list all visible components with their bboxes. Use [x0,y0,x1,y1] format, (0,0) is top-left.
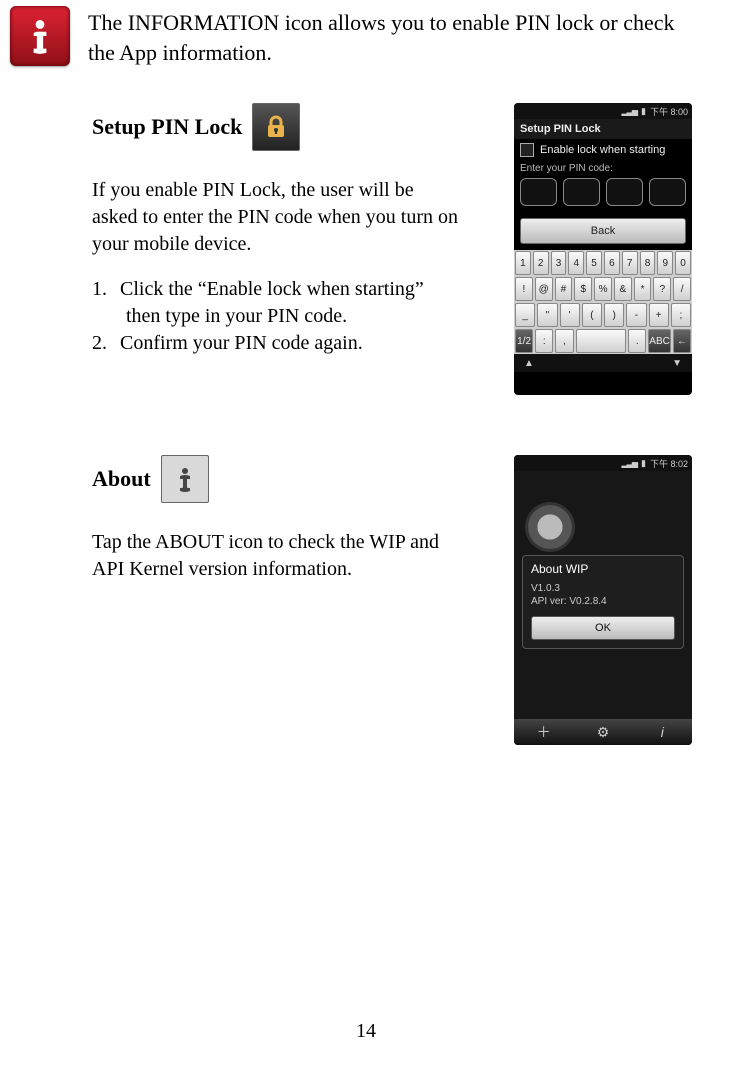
dialog-api: API ver: V0.2.8.4 [531,595,675,608]
key[interactable]: % [594,277,612,301]
list-text: Click the “Enable lock when starting” [120,278,424,300]
status-time: 下午 8:00 [650,105,688,118]
key[interactable]: _ [515,303,535,327]
pin-box[interactable] [649,178,686,206]
pin-box[interactable] [563,178,600,206]
about-heading: About [92,466,151,492]
key[interactable]: ; [671,303,691,327]
key[interactable]: * [634,277,652,301]
list-item: 2. Confirm your PIN code again. [92,330,496,357]
phone-title: Setup PIN Lock [514,119,692,139]
key[interactable]: ) [604,303,624,327]
key[interactable]: 0 [675,251,691,275]
signal-icon [622,458,637,468]
bottom-gear-icon[interactable]: ⚙ [573,719,632,745]
bottom-add-icon[interactable]: ＋ [514,719,573,745]
key[interactable]: ( [582,303,602,327]
key[interactable]: 8 [640,251,656,275]
key[interactable]: # [555,277,573,301]
about-paragraph: Tap the ABOUT icon to check the WIP and … [92,529,472,583]
status-time: 下午 8:02 [650,457,688,470]
enable-lock-row[interactable]: Enable lock when starting [514,139,692,161]
battery-icon: ▮ [641,106,646,117]
status-bar: ▮ 下午 8:02 [514,455,692,471]
key-abc[interactable]: ABC [648,329,671,353]
list-text: Confirm your PIN code again. [120,330,496,357]
key[interactable]: 2 [533,251,549,275]
key[interactable]: 6 [604,251,620,275]
checkbox-icon[interactable] [520,143,534,157]
bottom-info-icon[interactable]: i [633,719,692,745]
battery-icon: ▮ [641,458,646,469]
list-text-cont: then type in your PIN code. [120,303,496,330]
key-backspace[interactable]: ← [673,329,691,353]
key[interactable]: @ [535,277,553,301]
key[interactable]: 7 [622,251,638,275]
keyboard[interactable]: 1 2 3 4 5 6 7 8 9 0 ! @ # $ % & [514,250,692,354]
key[interactable]: / [673,277,691,301]
phone-screenshot-pinlock: ▮ 下午 8:00 Setup PIN Lock Enable lock whe… [514,103,692,395]
key[interactable]: & [614,277,632,301]
nav-up-icon[interactable]: ▲ [524,358,534,369]
page-number: 14 [0,1020,732,1043]
key[interactable]: " [537,303,557,327]
dialog-title: About WIP [531,562,675,576]
enter-pin-label: Enter your PIN code: [514,161,692,178]
setup-pin-lock-heading: Setup PIN Lock [92,114,242,140]
phone-screenshot-about: ▮ 下午 8:02 About WIP V1.0.3 API ver: V0.2… [514,455,692,745]
key[interactable]: ! [515,277,533,301]
key[interactable]: , [555,329,573,353]
key[interactable]: 1 [515,251,531,275]
back-button[interactable]: Back [520,218,686,244]
key[interactable]: $ [574,277,592,301]
nav-down-icon[interactable]: ▼ [672,358,682,369]
list-number: 1. [92,276,120,330]
key[interactable]: 9 [657,251,673,275]
key[interactable]: : [535,329,553,353]
information-icon [10,6,70,66]
lock-icon [252,103,300,151]
status-bar: ▮ 下午 8:00 [514,103,692,119]
intro-text: The INFORMATION icon allows you to enabl… [88,6,692,67]
list-number: 2. [92,330,120,357]
setup-pin-lock-steps: 1. Click the “Enable lock when starting”… [92,276,496,357]
signal-icon [622,106,637,116]
pin-input-boxes[interactable] [514,178,692,214]
key[interactable]: ' [560,303,580,327]
enable-lock-label: Enable lock when starting [540,144,665,156]
key-mode[interactable]: 1/2 [515,329,533,353]
key[interactable]: 4 [568,251,584,275]
pin-box[interactable] [606,178,643,206]
about-dialog: About WIP V1.0.3 API ver: V0.2.8.4 OK [522,555,684,649]
key-space[interactable] [576,329,627,353]
key[interactable]: . [628,329,646,353]
key[interactable]: 5 [586,251,602,275]
key[interactable]: - [626,303,646,327]
key[interactable]: 3 [551,251,567,275]
nav-bar: ▲ ▼ [514,354,692,372]
key[interactable]: + [649,303,669,327]
pin-box[interactable] [520,178,557,206]
list-item: 1. Click the “Enable lock when starting”… [92,276,496,330]
about-icon [161,455,209,503]
ok-button[interactable]: OK [531,616,675,640]
key[interactable]: ? [653,277,671,301]
setup-pin-lock-paragraph: If you enable PIN Lock, the user will be… [92,177,462,258]
dialog-version: V1.0.3 [531,582,675,595]
bottom-bar: ＋ ⚙ i [514,719,692,745]
